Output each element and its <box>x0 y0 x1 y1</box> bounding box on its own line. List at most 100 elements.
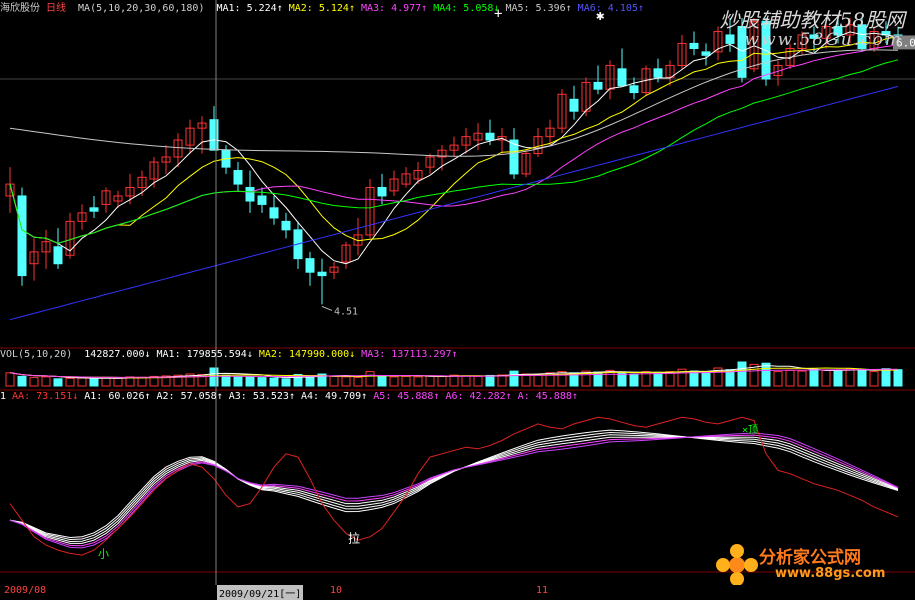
watermark-url: www.58Gu.com <box>744 30 903 50</box>
vol-value-0: 142827.000↓ <box>84 349 151 360</box>
volume-legend: VOL(5,10,20) 142827.000↓ MA1: 179855.594↓… <box>0 348 470 362</box>
label-top: ×顶 <box>742 424 758 436</box>
candle-body <box>257 195 267 205</box>
volume-values: 142827.000↓ MA1: 179855.594↓ MA2: 147990.0… <box>84 349 463 360</box>
ma-value-4: MA5: 5.396↑ <box>505 3 572 14</box>
volume-bar <box>365 371 375 387</box>
volume-bar <box>437 375 447 387</box>
candle-body <box>89 207 99 212</box>
vol-value-2: MA2: 147990.000↓ <box>258 349 356 360</box>
candle-body <box>725 34 735 44</box>
candle-body <box>233 170 243 185</box>
ind-value-5: A4: 49.709↑ <box>300 391 368 402</box>
volume-bar <box>881 368 891 387</box>
label-small: 小 <box>98 547 109 560</box>
ma-value-1: MA2: 5.124↑ <box>288 3 355 14</box>
ind-value-4: A3: 53.523↑ <box>228 391 295 402</box>
candle-body <box>245 186 255 202</box>
volume-bar <box>485 374 495 387</box>
volume-bar <box>353 376 363 387</box>
volume-bar <box>113 377 123 387</box>
volume-bar <box>5 372 15 387</box>
candle-body <box>209 119 219 151</box>
logo-title: 分析家公式网 <box>759 548 861 568</box>
volume-bar <box>821 369 831 387</box>
candle-body <box>317 271 327 277</box>
volume-bar <box>761 362 771 387</box>
ind-value-2: A1: 60.026↑ <box>84 391 151 402</box>
volume-bar <box>773 371 783 387</box>
volume-bar <box>785 369 795 387</box>
volume-bar <box>809 368 819 387</box>
candle-body <box>305 258 315 273</box>
ma-value-3: MA4: 5.058↓ <box>433 3 500 14</box>
low-price-label: 4.51 <box>334 306 358 317</box>
ind-value-0: 1 <box>0 391 7 402</box>
label-pull: 拉 <box>348 530 360 545</box>
volume-bar <box>869 371 879 387</box>
volume-bar <box>857 369 867 387</box>
volume-bar <box>509 370 519 387</box>
ma-value-2: MA3: 4.977↑ <box>360 3 428 14</box>
candle-body <box>281 220 291 231</box>
volume-panel[interactable] <box>5 361 903 387</box>
volume-bar <box>281 378 291 387</box>
candle-body <box>269 207 279 219</box>
candle-body <box>17 195 27 277</box>
candle-body <box>689 42 699 50</box>
price-panel[interactable]: 4.516.0 <box>5 18 915 321</box>
vol-value-1: MA1: 179855.594↓ <box>156 349 253 360</box>
stock-name[interactable]: 海欣股份 <box>0 3 40 14</box>
indicator-legend: 1 AA: 73.151↓ A1: 60.026↑ A2: 57.058↑ A3: 53… <box>0 390 590 404</box>
indicator-panel[interactable]: 小 拉 ×顶 <box>9 416 899 560</box>
volume-bar <box>533 373 543 387</box>
candle-body <box>53 246 63 265</box>
volume-bar <box>41 376 51 387</box>
indicator-line-aa <box>9 416 899 556</box>
watermark-brand: 炒股辅助教材58股网 <box>719 8 905 32</box>
ma-values: MA1: 5.224↑ MA2: 5.124↑ MA3: 4.977↑ MA4: 5.… <box>217 3 650 14</box>
vol-value-3: MA3: 137113.297↑ <box>361 349 458 360</box>
indicator-line-a1 <box>9 429 899 539</box>
price-legend: 海欣股份 日线 MA(5,10,20,30,60,180) MA1: 5.224↑… <box>0 2 656 16</box>
volume-bar <box>401 375 411 387</box>
ind-value-3: A2: 57.058↑ <box>156 391 223 402</box>
ind-value-7: A6: 42.282↑ <box>445 391 512 402</box>
candle-body <box>629 85 639 94</box>
volume-bar <box>449 374 459 387</box>
volume-bar <box>845 368 855 387</box>
volume-bar <box>653 372 663 387</box>
volume-bar <box>497 374 507 387</box>
volume-bar <box>341 376 351 387</box>
low-marker-line <box>321 305 333 311</box>
ind-value-6: A5: 45.888↑ <box>373 391 440 402</box>
volume-bar <box>737 361 747 387</box>
volume-bar <box>233 375 243 387</box>
site-logo: 分析家公式网 www.88gs.com <box>715 543 907 589</box>
volume-bar <box>629 373 639 387</box>
ind-value-1: AA: 73.151↓ <box>12 391 79 402</box>
date-axis-bar: 2009/08 2009/09/21[一] 10 11 <box>0 585 915 600</box>
logo-url: www.88gs.com <box>775 566 886 581</box>
volume-bar <box>269 377 279 387</box>
ma-value-0: MA1: 5.224↑ <box>216 3 283 14</box>
date-right: 11 <box>536 585 549 596</box>
volume-bar <box>893 369 903 387</box>
volume-bar <box>65 377 75 387</box>
period-label[interactable]: 日线 <box>46 3 66 14</box>
candle-body <box>377 186 387 197</box>
chart-grid <box>0 78 915 573</box>
volume-label: VOL(5,10,20) <box>0 349 73 360</box>
ma-params: MA(5,10,20,30,60,180) <box>78 3 205 14</box>
ma6-line <box>9 85 899 321</box>
volume-bar <box>29 377 39 387</box>
date-left: 2009/08 <box>4 585 47 596</box>
candle-body <box>593 81 603 90</box>
candle-body <box>701 51 711 56</box>
volume-bar <box>833 370 843 387</box>
volume-bar <box>137 376 147 387</box>
volume-bar <box>413 376 423 387</box>
volume-bar <box>473 375 483 387</box>
volume-bar <box>689 370 699 387</box>
candle-body <box>485 132 495 141</box>
